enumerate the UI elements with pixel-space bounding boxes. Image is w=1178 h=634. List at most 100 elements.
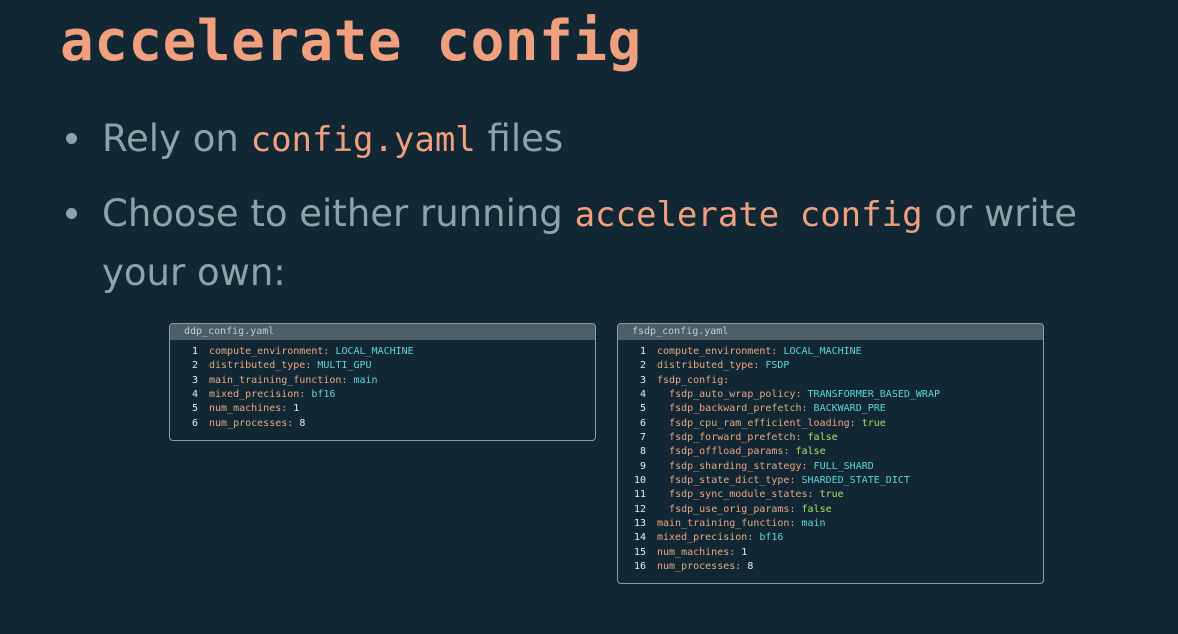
code-block-filename: fsdp_config.yaml <box>618 324 1043 340</box>
code-line: 14 mixed_precision: bf16 <box>618 531 1043 545</box>
yaml-key: fsdp_forward_prefetch <box>669 432 796 444</box>
yaml-key: num_processes <box>657 561 736 573</box>
yaml-value: false <box>795 446 826 458</box>
code-line: 4 mixed_precision: bf16 <box>170 388 595 402</box>
yaml-separator: : <box>771 346 784 357</box>
line-number: 13 <box>633 518 646 530</box>
yaml-separator: : <box>783 446 796 458</box>
line-number: 7 <box>639 432 646 444</box>
line-number: 14 <box>633 532 646 544</box>
inline-code: accelerate config <box>574 195 923 235</box>
yaml-value: BACKWARD_PRE <box>813 403 886 415</box>
yaml-key: compute_environment <box>209 346 324 357</box>
line-number: 10 <box>633 475 646 487</box>
yaml-key: num_processes <box>209 417 288 429</box>
line-number: 2 <box>191 360 198 372</box>
yaml-key: mixed_precision <box>657 532 748 544</box>
yaml-key: num_machines <box>209 403 282 415</box>
yaml-value: main <box>801 518 826 530</box>
yaml-key: mixed_precision <box>209 389 300 401</box>
line-number: 3 <box>639 374 646 386</box>
line-number: 8 <box>639 446 646 458</box>
yaml-separator: : <box>281 403 294 415</box>
yaml-separator: : <box>723 374 730 386</box>
slide: { "title": "accelerate config", "bullets… <box>0 0 1178 634</box>
line-number: 9 <box>639 460 646 472</box>
line-number: 6 <box>191 417 198 429</box>
yaml-value: LOCAL_MACHINE <box>335 346 414 357</box>
yaml-separator: : <box>305 360 318 372</box>
code-line: 5 num_machines: 1 <box>170 402 595 416</box>
code-line: 2 distributed_type: FSDP <box>618 359 1043 373</box>
code-block-fsdp-config: fsdp_config.yaml 1 compute_environment: L… <box>617 323 1044 584</box>
yaml-key: fsdp_auto_wrap_policy <box>669 389 796 401</box>
yaml-key: compute_environment <box>657 346 772 357</box>
yaml-value: false <box>807 432 838 444</box>
line-number: 12 <box>633 503 646 515</box>
yaml-separator: : <box>287 417 300 429</box>
yaml-separator: : <box>789 503 802 515</box>
bullet-text: Rely on <box>102 117 239 160</box>
bullet-dot-icon <box>66 133 77 144</box>
line-number: 2 <box>639 360 646 372</box>
yaml-separator: : <box>795 389 808 401</box>
line-number: 1 <box>639 346 646 357</box>
yaml-key: distributed_type <box>209 360 306 372</box>
yaml-separator: : <box>753 360 766 372</box>
code-line: 12 fsdp_use_orig_params: false <box>618 503 1043 517</box>
code-block-filename: ddp_config.yaml <box>170 324 595 340</box>
bullet-list: Rely on config.yaml files Choose to eith… <box>64 110 1144 317</box>
line-number: 15 <box>633 546 646 558</box>
yaml-key: main_training_function <box>209 374 342 386</box>
yaml-value: 8 <box>747 561 754 573</box>
yaml-separator: : <box>299 389 312 401</box>
bullet-text: files <box>487 117 564 160</box>
yaml-value: FULL_SHARD <box>813 460 874 472</box>
yaml-separator: : <box>849 417 862 429</box>
code-line: 3 fsdp_config: <box>618 374 1043 388</box>
yaml-value: SHARDED_STATE_DICT <box>801 475 910 487</box>
code-line: 10 fsdp_state_dict_type: SHARDED_STATE_D… <box>618 474 1043 488</box>
yaml-value: bf16 <box>311 389 336 401</box>
line-number: 6 <box>639 417 646 429</box>
yaml-separator: : <box>801 403 814 415</box>
yaml-key: fsdp_config <box>657 374 724 386</box>
code-line: 9 fsdp_sharding_strategy: FULL_SHARD <box>618 460 1043 474</box>
yaml-separator: : <box>323 346 336 357</box>
code-line: 13 main_training_function: main <box>618 517 1043 531</box>
yaml-value: false <box>801 503 832 515</box>
code-block-body: 1 compute_environment: LOCAL_MACHINE 2 dist… <box>170 340 595 435</box>
yaml-key: fsdp_sharding_strategy <box>669 460 802 472</box>
code-block-body: 1 compute_environment: LOCAL_MACHINE 2 dist… <box>618 340 1043 579</box>
yaml-key: distributed_type <box>657 360 754 372</box>
code-line: 1 compute_environment: LOCAL_MACHINE <box>170 345 595 359</box>
yaml-value: bf16 <box>759 532 784 544</box>
yaml-separator: : <box>795 432 808 444</box>
yaml-value: true <box>861 417 886 429</box>
bullet-item-config-files: Rely on config.yaml files <box>64 110 1144 169</box>
yaml-value: TRANSFORMER_BASED_WRAP <box>807 389 940 401</box>
line-number: 11 <box>633 489 646 501</box>
line-number: 4 <box>191 389 198 401</box>
code-block-ddp-config: ddp_config.yaml 1 compute_environment: LO… <box>169 323 596 441</box>
yaml-value: 1 <box>741 546 748 558</box>
code-line: 4 fsdp_auto_wrap_policy: TRANSFORMER_BAS… <box>618 388 1043 402</box>
yaml-key: fsdp_offload_params <box>669 446 784 458</box>
slide-title: accelerate config <box>60 9 642 74</box>
line-number: 3 <box>191 374 198 386</box>
bullet-dot-icon <box>66 208 77 219</box>
code-line: 6 num_processes: 8 <box>170 417 595 431</box>
yaml-value: 8 <box>299 417 306 429</box>
bullet-item-choose: Choose to either running accelerate conf… <box>64 185 1144 301</box>
bullet-text: Choose to either running <box>102 192 563 235</box>
yaml-value: LOCAL_MACHINE <box>783 346 862 357</box>
code-line: 11 fsdp_sync_module_states: true <box>618 488 1043 502</box>
